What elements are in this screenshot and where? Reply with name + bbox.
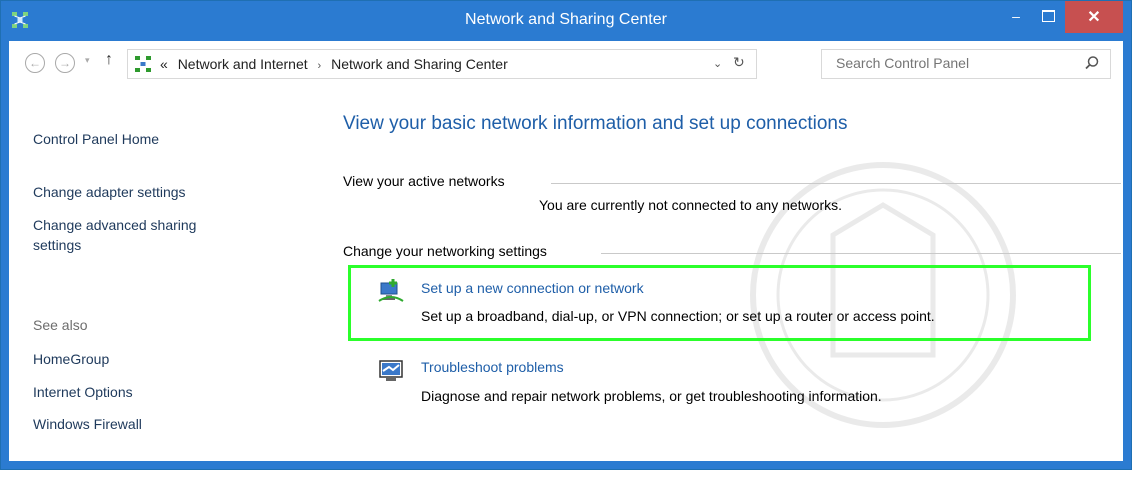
section-divider xyxy=(601,253,1121,254)
connection-status-text: You are currently not connected to any n… xyxy=(539,197,842,213)
sidebar-item-internet-options[interactable]: Internet Options xyxy=(33,384,133,400)
back-button[interactable]: ← xyxy=(25,53,45,73)
sidebar-item-change-adapter-settings[interactable]: Change adapter settings xyxy=(33,184,186,200)
recent-pages-dropdown[interactable]: ▾ xyxy=(85,55,90,66)
change-settings-label: Change your networking settings xyxy=(343,243,547,259)
breadcrumb-network-and-internet[interactable]: Network and Internet xyxy=(178,56,308,72)
address-dropdown-button[interactable]: ⌄ xyxy=(713,57,722,70)
breadcrumb-separator[interactable]: › xyxy=(318,60,322,72)
window-title: Network and Sharing Center xyxy=(465,11,667,28)
sidebar-item-homegroup[interactable]: HomeGroup xyxy=(33,351,109,367)
close-button[interactable]: ✕ xyxy=(1065,1,1123,33)
maximize-button[interactable] xyxy=(1033,1,1063,31)
sidebar-item-change-advanced-sharing[interactable]: Change advanced sharing xyxy=(33,217,196,233)
see-also-heading: See also xyxy=(33,317,88,333)
sidebar: Control Panel Home Change adapter settin… xyxy=(9,85,319,461)
network-icon xyxy=(135,56,151,72)
sidebar-item-windows-firewall[interactable]: Windows Firewall xyxy=(33,416,142,432)
title-bar[interactable]: Network and Sharing Center – ✕ xyxy=(1,1,1131,41)
search-box xyxy=(821,49,1111,79)
main-content: View your basic network information and … xyxy=(343,85,1123,461)
page-title: View your basic network information and … xyxy=(343,113,848,134)
up-button[interactable]: ↑ xyxy=(105,51,113,69)
troubleshoot-icon xyxy=(379,360,403,381)
setup-connection-link[interactable]: Set up a new connection or network xyxy=(421,280,644,296)
troubleshoot-description: Diagnose and repair network problems, or… xyxy=(421,388,882,404)
sidebar-item-control-panel-home[interactable]: Control Panel Home xyxy=(33,131,159,147)
forward-button[interactable]: → xyxy=(55,53,75,73)
address-toolbar: ← → ▾ ↑ « Network and Internet › Network… xyxy=(9,41,1123,86)
window: Network and Sharing Center – ✕ ← → ▾ ↑ «… xyxy=(0,0,1132,470)
breadcrumb-overflow[interactable]: « xyxy=(160,56,168,72)
breadcrumb-network-sharing-center[interactable]: Network and Sharing Center xyxy=(331,56,508,72)
highlight-box xyxy=(348,265,1091,341)
breadcrumb: « Network and Internet › Network and Sha… xyxy=(160,56,508,72)
address-bar[interactable]: « Network and Internet › Network and Sha… xyxy=(127,49,757,79)
search-input[interactable] xyxy=(822,50,1086,76)
active-networks-label: View your active networks xyxy=(343,173,505,189)
new-connection-icon xyxy=(378,279,404,302)
troubleshoot-link[interactable]: Troubleshoot problems xyxy=(421,359,564,375)
refresh-button[interactable]: ↻ xyxy=(733,54,745,71)
client-area: ← → ▾ ↑ « Network and Internet › Network… xyxy=(9,41,1123,461)
maximize-icon xyxy=(1041,10,1055,22)
search-icon[interactable] xyxy=(1084,55,1100,71)
section-divider xyxy=(551,183,1121,184)
setup-connection-description: Set up a broadband, dial-up, or VPN conn… xyxy=(421,308,935,324)
sidebar-item-settings[interactable]: settings xyxy=(33,237,81,253)
minimize-button[interactable]: – xyxy=(1001,1,1031,31)
